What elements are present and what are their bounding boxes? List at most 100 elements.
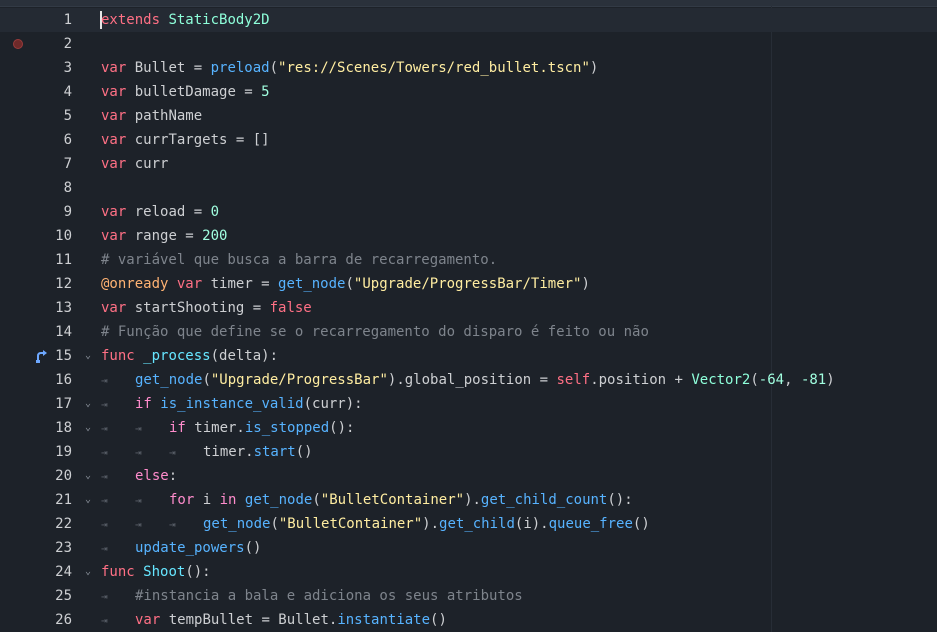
code-line[interactable]: 23 ⇥ update_powers() [0, 536, 937, 560]
line-number: 2 [63, 36, 72, 52]
code-text[interactable]: func Shoot(): [101, 560, 211, 584]
code-token: StaticBody2D [168, 12, 270, 28]
code-line[interactable]: 19 ⇥ ⇥ ⇥ timer.start() [0, 440, 937, 464]
code-token: -64 [758, 372, 785, 388]
code-line[interactable]: 12 @onready var timer = get_node("Upgrade… [0, 272, 937, 296]
code-token: # variável que busca a barra de recarreg… [101, 252, 498, 268]
code-text[interactable]: ⇥ if is_instance_valid(curr): [101, 392, 363, 417]
code-token: in [219, 492, 237, 508]
code-token: _process [143, 348, 211, 364]
code-token: () [295, 444, 313, 460]
code-line[interactable]: 10 var range = 200 [0, 224, 937, 248]
code-line[interactable]: 13 var startShooting = false [0, 296, 937, 320]
code-text[interactable]: ⇥ else: [101, 464, 177, 489]
line-number: 18 [55, 420, 72, 436]
code-text[interactable]: # variável que busca a barra de recarreg… [101, 248, 497, 272]
code-text[interactable]: ⇥ var tempBullet = Bullet.instantiate() [101, 608, 447, 632]
code-token: ( [312, 492, 321, 508]
fold-arrow-icon[interactable]: ⌄ [82, 344, 94, 368]
code-line[interactable]: 3 var Bullet = preload("res://Scenes/Towe… [0, 56, 937, 80]
code-line[interactable]: 21 ⌄ ⇥ ⇥ for i in get_node("BulletContainer"… [0, 488, 937, 512]
code-token: Bullet = [126, 60, 211, 76]
code-line[interactable]: 25 ⇥ #instancia a bala e adiciona os seus … [0, 584, 937, 608]
fold-arrow-icon[interactable]: ⌄ [82, 392, 94, 416]
code-text[interactable]: ⇥ ⇥ ⇥ timer.start() [101, 440, 313, 465]
code-token: range = [126, 228, 203, 244]
code-line[interactable]: 2 [0, 32, 937, 56]
code-text[interactable]: func _process(delta): [101, 344, 278, 368]
code-line[interactable]: 26 ⇥ var tempBullet = Bullet.instantiate() [0, 608, 937, 632]
tab-indent-icon: ⇥ [135, 518, 142, 531]
code-token: self [556, 372, 591, 388]
code-token: ) [589, 60, 599, 76]
tab-indent-icon: ⇥ [101, 374, 108, 387]
code-text[interactable]: ⇥ ⇥ for i in get_node("BulletContainer").g… [101, 488, 633, 513]
code-line[interactable]: 5 var pathName [0, 104, 937, 128]
code-text[interactable]: var pathName [101, 104, 202, 128]
code-token: ) [826, 372, 835, 388]
code-token: var [101, 108, 127, 124]
code-token: 200 [202, 228, 228, 244]
code-token: ( [202, 372, 211, 388]
fold-arrow-icon[interactable]: ⌄ [82, 488, 94, 512]
code-line[interactable]: 14 # Função que define se o recarregament… [0, 320, 937, 344]
line-number: 10 [55, 228, 72, 244]
code-line[interactable]: 17 ⌄ ⇥ if is_instance_valid(curr): [0, 392, 937, 416]
code-text[interactable]: ⇥ update_powers() [101, 536, 261, 561]
code-token: "Upgrade/ProgressBar/Timer" [353, 276, 582, 292]
code-line[interactable]: 15 ⌄ func _process(delta): [0, 344, 937, 368]
code-token: func [101, 348, 135, 364]
code-line[interactable]: 6 var currTargets = [] [0, 128, 937, 152]
code-text[interactable]: extends StaticBody2D [101, 8, 270, 32]
code-text[interactable]: ⇥ get_node("Upgrade/ProgressBar").global_… [101, 368, 835, 393]
code-token: ( [270, 516, 279, 532]
code-text[interactable]: var range = 200 [101, 224, 227, 248]
code-line[interactable]: 20 ⌄ ⇥ else: [0, 464, 937, 488]
code-text[interactable]: var startShooting = false [101, 296, 312, 320]
fold-arrow-icon[interactable]: ⌄ [82, 560, 94, 584]
code-line[interactable]: 11 # variável que busca a barra de recarr… [0, 248, 937, 272]
code-text[interactable]: var bulletDamage = 5 [101, 80, 270, 104]
code-line[interactable]: 4 var bulletDamage = 5 [0, 80, 937, 104]
code-token: var [101, 228, 127, 244]
code-text[interactable]: var reload = 0 [101, 200, 219, 224]
code-token: "BulletContainer" [278, 516, 423, 532]
line-number: 15 [55, 348, 72, 364]
script-editor[interactable]: 1 extends StaticBody2D 2 3 var Bullet = prel… [0, 0, 937, 632]
code-line[interactable]: 7 var curr [0, 152, 937, 176]
code-token: ). [464, 492, 481, 508]
line-number: 3 [63, 60, 72, 76]
code-text[interactable]: var curr [101, 152, 168, 176]
code-line[interactable]: 9 var reload = 0 [0, 200, 937, 224]
code-text[interactable]: ⇥ #instancia a bala e adiciona os seus at… [101, 584, 523, 609]
code-text[interactable]: @onready var timer = get_node("Upgrade/P… [101, 272, 590, 296]
code-text[interactable]: ⇥ ⇥ if timer.is_stopped(): [101, 416, 354, 441]
code-token: var [101, 84, 127, 100]
tab-indent-icon: ⇥ [101, 446, 108, 459]
code-token: var [135, 612, 161, 628]
code-text[interactable]: ⇥ ⇥ ⇥ get_node("BulletContainer").get_child… [101, 512, 650, 537]
code-token: 5 [261, 84, 270, 100]
code-text[interactable]: # Função que define se o recarregamento … [101, 320, 649, 344]
code-line[interactable]: 18 ⌄ ⇥ ⇥ if timer.is_stopped(): [0, 416, 937, 440]
code-line[interactable]: 8 [0, 176, 937, 200]
fold-arrow-icon[interactable]: ⌄ [82, 416, 94, 440]
code-text[interactable]: var currTargets = [] [101, 128, 270, 152]
line-number: 20 [55, 468, 72, 484]
code-token: update_powers [135, 540, 245, 556]
fold-arrow-icon[interactable]: ⌄ [82, 464, 94, 488]
code-line[interactable]: 16 ⇥ get_node("Upgrade/ProgressBar").globa… [0, 368, 937, 392]
breakpoint-icon[interactable] [13, 39, 23, 49]
code-token: , [784, 372, 801, 388]
line-number: 1 [63, 12, 72, 28]
code-text[interactable]: var Bullet = preload("res://Scenes/Tower… [101, 56, 598, 80]
code-line[interactable]: 22 ⇥ ⇥ ⇥ get_node("BulletContainer").get_chi… [0, 512, 937, 536]
code-token: #instancia a bala e adiciona os seus atr… [135, 588, 523, 604]
code-line[interactable]: 1 extends StaticBody2D [0, 8, 937, 32]
code-token: "BulletContainer" [320, 492, 465, 508]
code-token: (curr): [303, 396, 363, 412]
line-number: 24 [55, 564, 72, 580]
code-line[interactable]: 24 ⌄ func Shoot(): [0, 560, 937, 584]
code-lines[interactable]: 1 extends StaticBody2D 2 3 var Bullet = prel… [0, 8, 937, 632]
